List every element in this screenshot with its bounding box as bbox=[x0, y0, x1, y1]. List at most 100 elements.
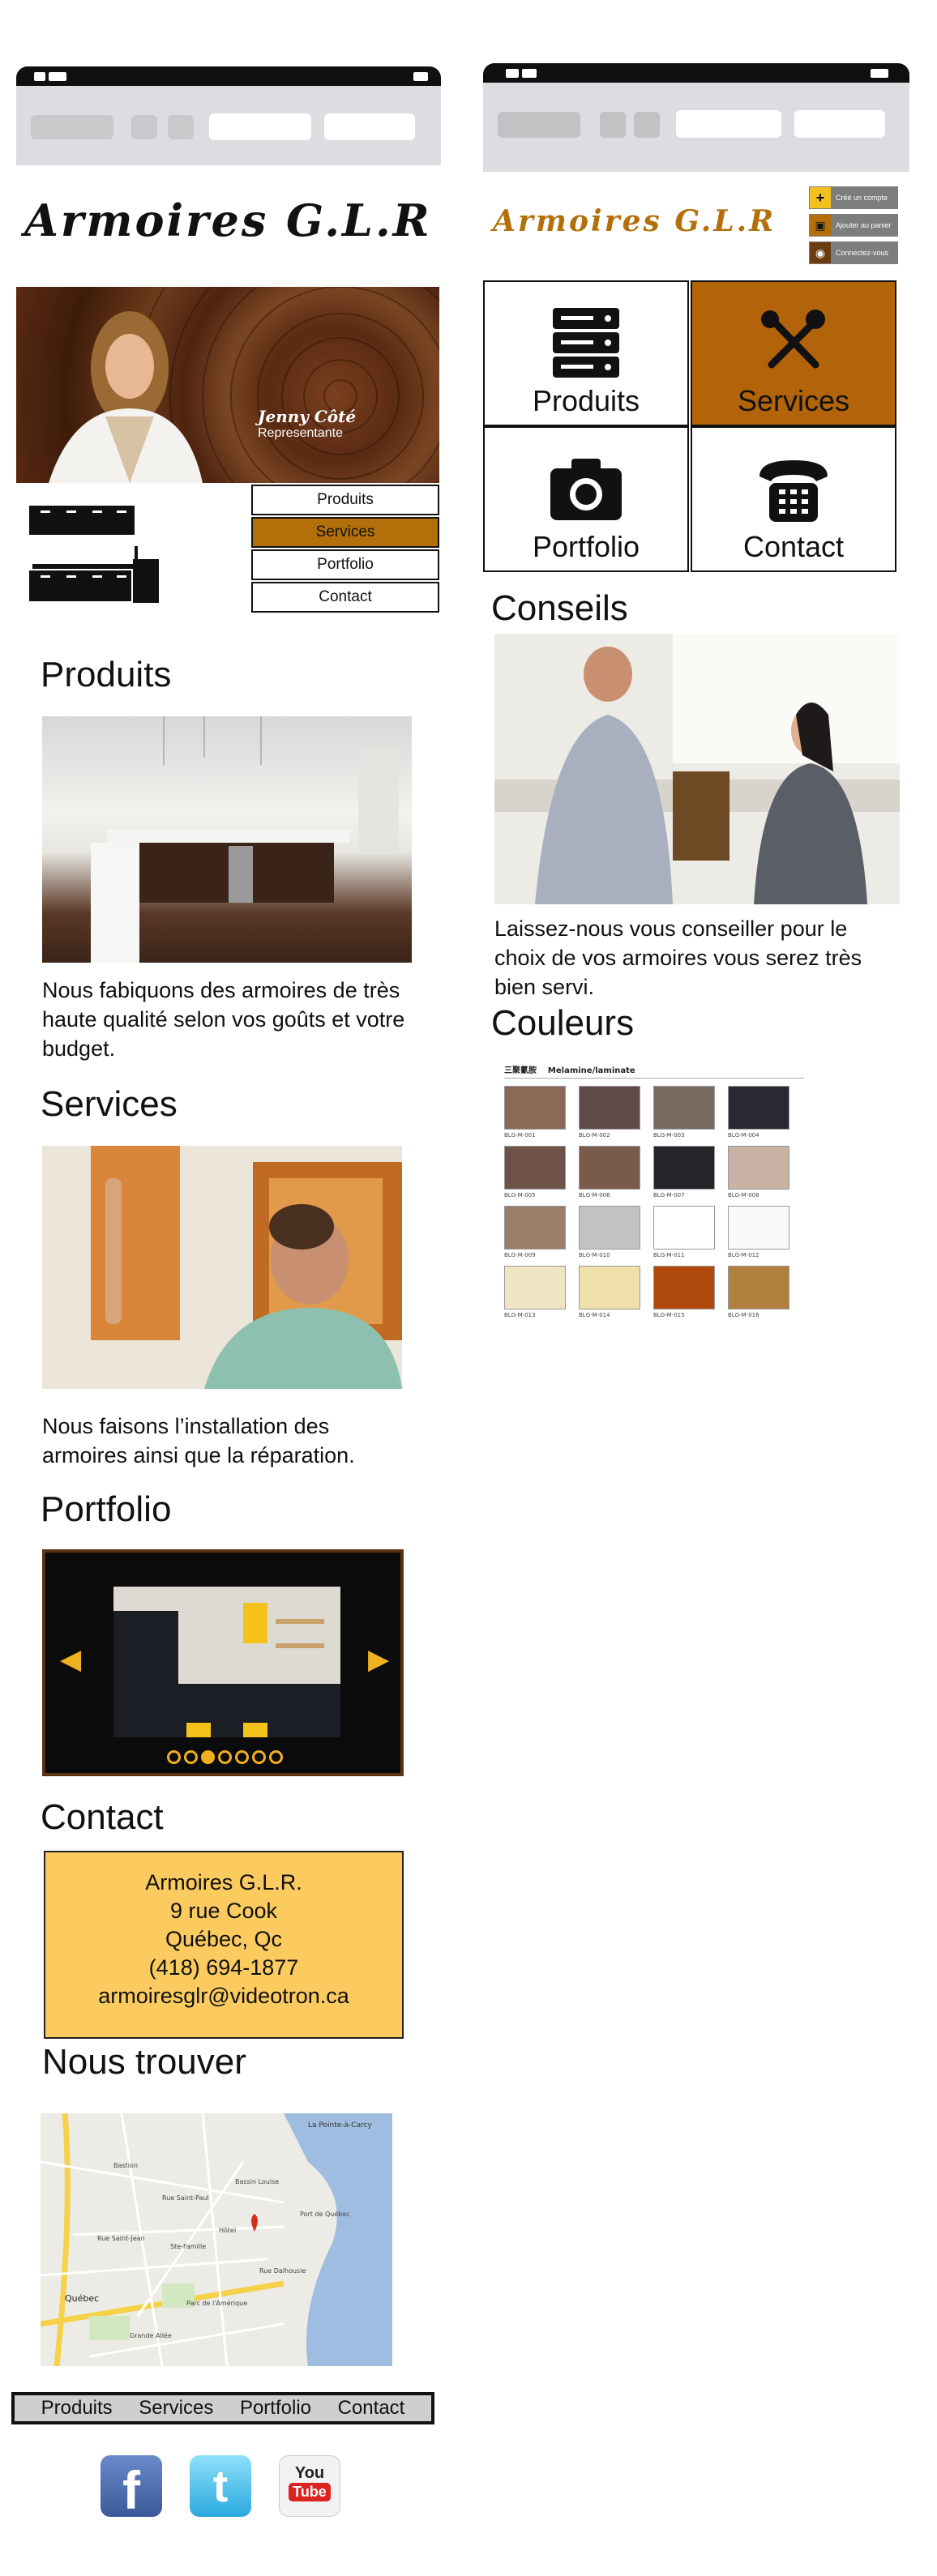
color-swatch[interactable] bbox=[579, 1146, 640, 1190]
carousel-dot[interactable] bbox=[218, 1750, 232, 1764]
color-swatch-code: BLG-M-004 bbox=[728, 1132, 759, 1138]
nav-services[interactable]: Services bbox=[251, 517, 439, 548]
tile-produits[interactable]: Produits bbox=[483, 280, 689, 426]
forward-button[interactable] bbox=[131, 115, 157, 139]
couleurs-heading: Couleurs bbox=[491, 1003, 635, 1043]
color-swatch[interactable] bbox=[504, 1146, 566, 1190]
color-swatch[interactable] bbox=[579, 1086, 640, 1130]
color-swatch[interactable] bbox=[504, 1206, 566, 1250]
color-swatch[interactable] bbox=[728, 1086, 789, 1130]
add-to-cart-label: Ajouter au panier bbox=[836, 221, 892, 229]
color-swatch-code: BLG-M-001 bbox=[504, 1132, 536, 1138]
wood-rings bbox=[49, 287, 439, 483]
nav-contact[interactable]: Contact bbox=[251, 582, 439, 613]
contact-heading: Contact bbox=[41, 1797, 164, 1837]
color-swatch[interactable] bbox=[728, 1146, 789, 1190]
color-swatch-code: BLG-M-016 bbox=[728, 1312, 759, 1318]
footer-link-portfolio[interactable]: Portfolio bbox=[240, 2397, 311, 2420]
footer-link-produits[interactable]: Produits bbox=[41, 2397, 113, 2420]
search-bar[interactable] bbox=[794, 110, 885, 138]
youtube-icon[interactable]: You Tube bbox=[279, 2455, 340, 2517]
map-label-city: Québec bbox=[65, 2293, 100, 2304]
map-label-dalhousie: Rue Dalhousie bbox=[259, 2267, 306, 2275]
carousel-dot[interactable] bbox=[184, 1750, 198, 1764]
color-swatch-code: BLG-M-014 bbox=[579, 1312, 610, 1318]
back-button[interactable] bbox=[31, 115, 113, 139]
address-bar[interactable] bbox=[676, 110, 781, 138]
tile-label: Services bbox=[737, 384, 850, 417]
color-swatch-code: BLG-M-010 bbox=[579, 1252, 610, 1258]
search-bar[interactable] bbox=[324, 113, 415, 140]
address-bar[interactable] bbox=[209, 113, 311, 140]
window-dot bbox=[522, 69, 537, 78]
carousel-dot[interactable] bbox=[235, 1750, 249, 1764]
login-button[interactable]: ◉ Connectez-vous bbox=[809, 241, 898, 264]
contact-email[interactable]: armoiresglr@videotron.ca bbox=[45, 1982, 402, 2010]
carousel-dot[interactable] bbox=[201, 1750, 215, 1764]
twitter-icon[interactable]: t bbox=[190, 2455, 251, 2517]
footer-link-services[interactable]: Services bbox=[139, 2397, 213, 2420]
create-account-button[interactable]: + Créé un compte bbox=[809, 186, 898, 209]
back-button[interactable] bbox=[498, 112, 580, 138]
color-swatch[interactable] bbox=[579, 1206, 640, 1250]
cabinet-icon bbox=[29, 506, 159, 603]
produits-heading: Produits bbox=[41, 655, 172, 694]
color-swatch[interactable] bbox=[728, 1206, 789, 1250]
color-swatch[interactable] bbox=[653, 1266, 715, 1309]
cart-icon: ▣ bbox=[810, 215, 831, 236]
facebook-icon[interactable]: f bbox=[101, 2455, 162, 2517]
carousel-dots bbox=[167, 1750, 289, 1768]
tile-services[interactable]: Services bbox=[691, 280, 896, 426]
map-label-grande-allee: Grande Allée bbox=[130, 2332, 172, 2339]
color-swatch[interactable] bbox=[653, 1146, 715, 1190]
color-swatch-code: BLG-M-015 bbox=[653, 1312, 685, 1318]
carousel-image bbox=[113, 1587, 340, 1737]
nav-produits[interactable]: Produits bbox=[251, 485, 439, 515]
site-logo-desktop[interactable]: Armoires G.L.R bbox=[493, 204, 776, 238]
color-swatch[interactable] bbox=[504, 1266, 566, 1309]
contact-street: 9 rue Cook bbox=[169, 1899, 278, 1923]
color-swatch-code: BLG-M-013 bbox=[504, 1312, 536, 1318]
footer-link-contact[interactable]: Contact bbox=[338, 2397, 405, 2420]
conseils-heading: Conseils bbox=[491, 588, 628, 628]
camera-icon bbox=[550, 459, 622, 520]
forward-button[interactable] bbox=[600, 112, 626, 138]
add-to-cart-button[interactable]: ▣ Ajouter au panier bbox=[809, 214, 898, 237]
carousel-dot[interactable] bbox=[252, 1750, 266, 1764]
carousel-dot[interactable] bbox=[167, 1750, 181, 1764]
carousel-dot[interactable] bbox=[269, 1750, 283, 1764]
color-swatch[interactable] bbox=[653, 1086, 715, 1130]
conseils-text: Laissez-nous vous conseiller pour le cho… bbox=[494, 916, 862, 999]
color-swatch[interactable] bbox=[579, 1266, 640, 1309]
site-logo[interactable]: Armoires G.L.R bbox=[24, 194, 432, 246]
color-chart-header: 三聚氰胺 Melamine/laminate bbox=[504, 1066, 635, 1075]
refresh-button[interactable] bbox=[168, 115, 194, 139]
installation-illustration bbox=[42, 1146, 402, 1389]
footer-nav: Produits Services Portfolio Contact bbox=[11, 2392, 434, 2424]
portfolio-carousel[interactable]: ◀ ▶ bbox=[42, 1549, 404, 1776]
location-map[interactable]: Québec La Pointe-à-Carcy Bassin Louise R… bbox=[41, 2113, 392, 2366]
consultation-illustration bbox=[494, 634, 900, 904]
carousel-prev-button[interactable]: ◀ bbox=[60, 1643, 81, 1676]
color-swatch[interactable] bbox=[728, 1266, 789, 1309]
portfolio-heading: Portfolio bbox=[41, 1489, 172, 1529]
contact-phone[interactable]: (418) 694-1877 bbox=[45, 1954, 402, 1982]
tile-contact[interactable]: Contact bbox=[691, 426, 896, 572]
color-chart-rule bbox=[504, 1078, 804, 1079]
tile-portfolio[interactable]: Portfolio bbox=[483, 426, 689, 572]
map-label-saint-paul: Rue Saint-Paul bbox=[162, 2194, 209, 2202]
color-swatch[interactable] bbox=[653, 1206, 715, 1250]
refresh-button[interactable] bbox=[634, 112, 660, 138]
map-label-bassin: Bassin Louise bbox=[235, 2178, 280, 2185]
nav-portfolio[interactable]: Portfolio bbox=[251, 549, 439, 580]
color-swatch-code: BLG-M-002 bbox=[579, 1132, 610, 1138]
map-label-pointe: La Pointe-à-Carcy bbox=[308, 2121, 372, 2130]
map-label-hotel: Hôtel bbox=[219, 2227, 237, 2234]
desktop-browser-frame bbox=[483, 63, 909, 172]
carousel-next-button[interactable]: ▶ bbox=[368, 1643, 389, 1676]
hero-role: Representante bbox=[258, 426, 343, 440]
window-dot bbox=[34, 72, 45, 81]
color-swatch[interactable] bbox=[504, 1086, 566, 1130]
color-swatch-code: BLG-M-012 bbox=[728, 1252, 759, 1258]
phone-icon bbox=[759, 460, 828, 522]
